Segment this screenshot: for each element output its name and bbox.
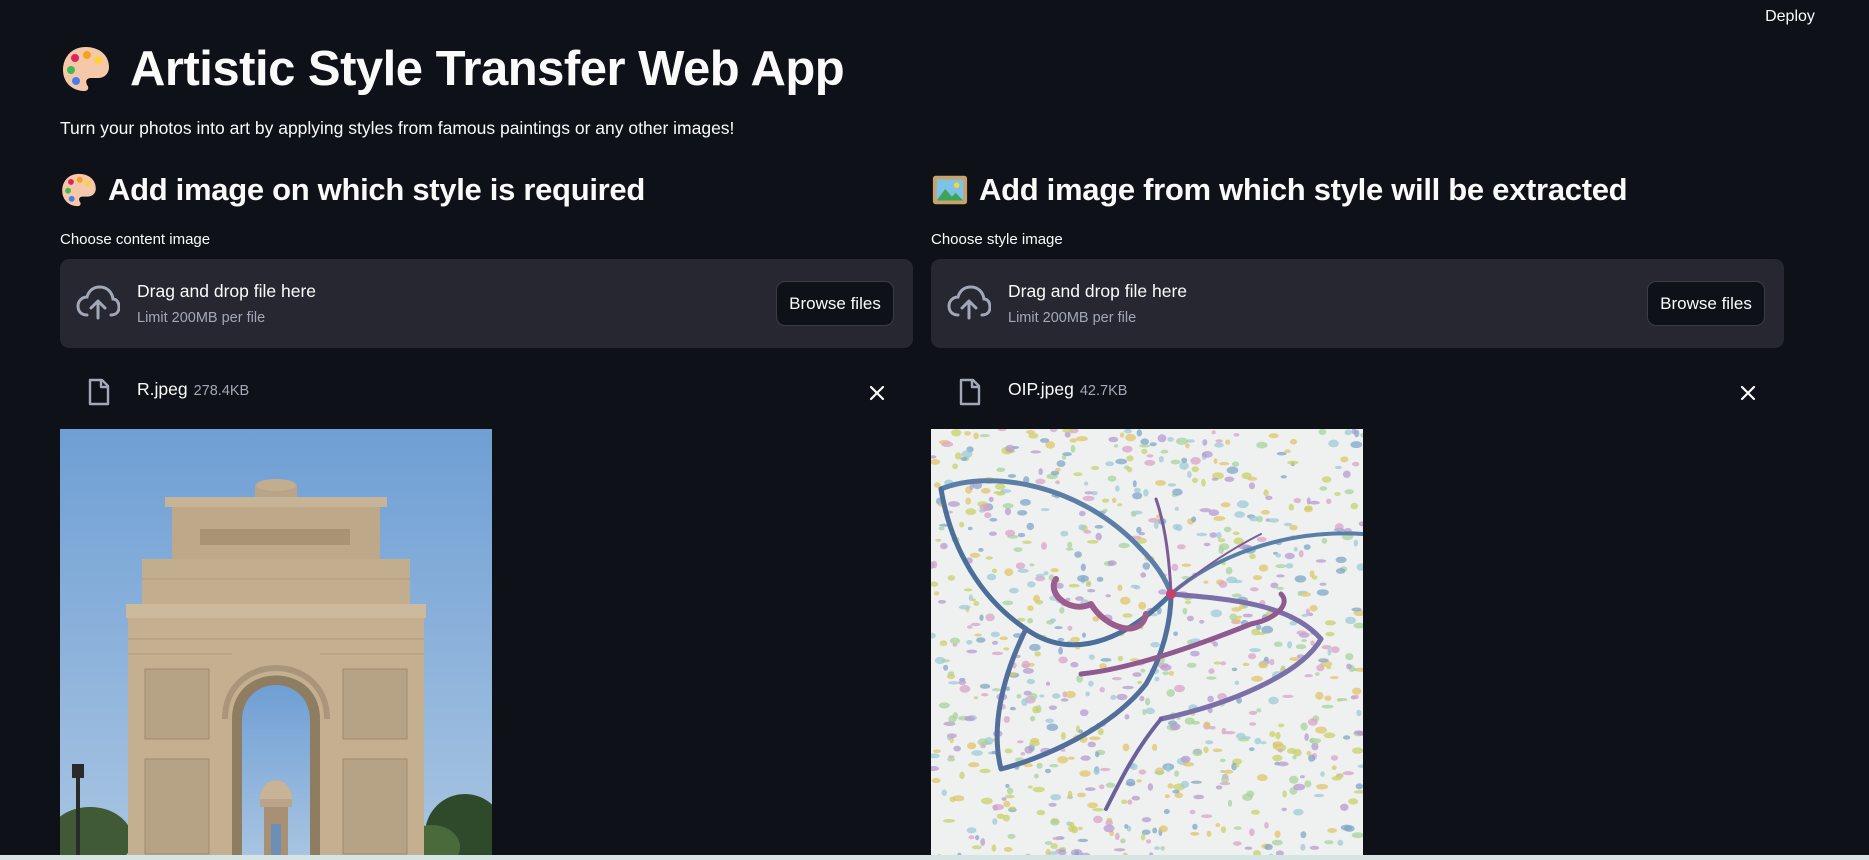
deploy-button[interactable]: Deploy	[1744, 6, 1836, 28]
content-file-dropzone[interactable]: Drag and drop file here Limit 200MB per …	[60, 259, 913, 348]
remove-file-button[interactable]	[866, 382, 888, 404]
bottom-status-strip	[0, 855, 1869, 860]
dropzone-instruction: Drag and drop file here	[137, 281, 316, 301]
dropzone-limit: Limit 200MB per file	[1008, 310, 1137, 326]
remove-file-button[interactable]	[1737, 382, 1759, 404]
browse-files-button[interactable]: Browse files	[1647, 281, 1765, 326]
content-image-section: Add image on which style is required Cho…	[60, 168, 913, 860]
content-image-preview	[60, 429, 492, 860]
content-uploader-label: Choose content image	[60, 231, 211, 248]
close-icon	[869, 385, 885, 401]
style-image-section: Add image from which style will be extra…	[931, 168, 1784, 860]
artist-palette-icon	[62, 173, 96, 207]
dropzone-limit: Limit 200MB per file	[137, 310, 266, 326]
style-uploader-label: Choose style image	[931, 231, 1063, 248]
uploaded-file-row: OIP.jpeg 42.7KB	[931, 366, 1784, 418]
style-section-header: Add image from which style will be extra…	[931, 168, 1628, 212]
file-icon	[959, 378, 981, 406]
dropzone-instruction: Drag and drop file here	[1008, 281, 1187, 301]
file-size: 42.7KB	[1079, 383, 1128, 399]
close-icon	[1740, 385, 1756, 401]
framed-picture-icon	[932, 175, 968, 205]
file-size: 278.4KB	[193, 383, 250, 399]
content-section-title: Add image on which style is required	[108, 172, 645, 207]
cloud-upload-icon	[76, 285, 120, 320]
artist-palette-icon	[63, 47, 109, 91]
style-file-dropzone[interactable]: Drag and drop file here Limit 200MB per …	[931, 259, 1784, 348]
style-section-title: Add image from which style will be extra…	[979, 172, 1628, 207]
uploaded-file-name: R.jpeg 278.4KB	[137, 379, 249, 400]
butterfly-sketch-image	[931, 429, 1363, 860]
uploaded-file-name: OIP.jpeg 42.7KB	[1008, 379, 1127, 400]
page-subtitle: Turn your photos into art by applying st…	[60, 118, 735, 138]
content-section-header: Add image on which style is required	[60, 168, 645, 212]
page-title-text: Artistic Style Transfer Web App	[130, 42, 845, 96]
file-name-text: OIP.jpeg	[1008, 379, 1074, 399]
cloud-upload-icon	[947, 285, 991, 320]
file-name-text: R.jpeg	[137, 379, 188, 399]
uploaded-file-row: R.jpeg 278.4KB	[60, 366, 913, 418]
browse-files-button[interactable]: Browse files	[776, 281, 894, 326]
style-image-preview	[931, 429, 1363, 860]
file-icon	[88, 378, 110, 406]
india-gate-image	[60, 429, 492, 860]
page-title: Artistic Style Transfer Web App	[60, 36, 845, 102]
